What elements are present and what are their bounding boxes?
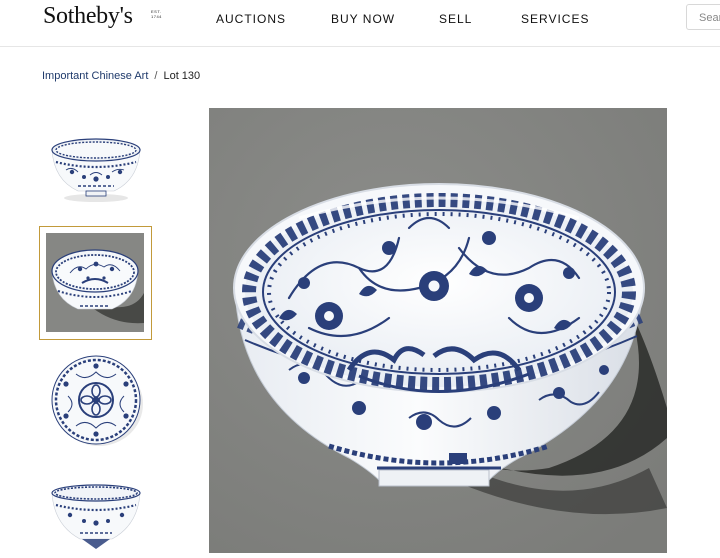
nav-auctions[interactable]: AUCTIONS bbox=[216, 12, 286, 26]
search-input[interactable]: Search bbox=[686, 4, 720, 30]
thumbnail-base-view[interactable] bbox=[46, 477, 146, 553]
breadcrumb-separator: / bbox=[154, 70, 158, 82]
bowl-side-thumbnail-image bbox=[51, 138, 141, 202]
search-placeholder: Search bbox=[699, 12, 720, 24]
thumbnail-top-view[interactable] bbox=[46, 352, 146, 448]
blue-and-white-bowl-image bbox=[209, 108, 667, 553]
nav-services[interactable]: SERVICES bbox=[521, 12, 589, 26]
bowl-base-thumbnail-image bbox=[51, 484, 141, 549]
site-header: Sotheby's EST. 1744 AUCTIONS BUY NOW SEL… bbox=[0, 0, 720, 47]
logo-established-mark: EST. 1744 bbox=[151, 9, 162, 19]
nav-buy-now[interactable]: BUY NOW bbox=[331, 12, 395, 26]
breadcrumb-link-sale[interactable]: Important Chinese Art bbox=[42, 70, 148, 82]
sothebys-logo[interactable]: Sotheby's bbox=[43, 3, 133, 30]
breadcrumb-current-lot: Lot 130 bbox=[163, 70, 201, 82]
thumbnail-shadow-view-selected[interactable] bbox=[39, 226, 152, 340]
breadcrumb: Important Chinese Art / Lot 130 bbox=[42, 70, 200, 82]
thumbnail-side-view[interactable] bbox=[46, 128, 146, 208]
main-lot-image[interactable] bbox=[209, 108, 667, 553]
logo-wordmark: Sotheby's bbox=[43, 3, 133, 29]
bowl-shadow-thumbnail-image bbox=[46, 233, 144, 332]
nav-sell[interactable]: SELL bbox=[439, 12, 472, 26]
bowl-top-thumbnail-image bbox=[51, 355, 143, 446]
